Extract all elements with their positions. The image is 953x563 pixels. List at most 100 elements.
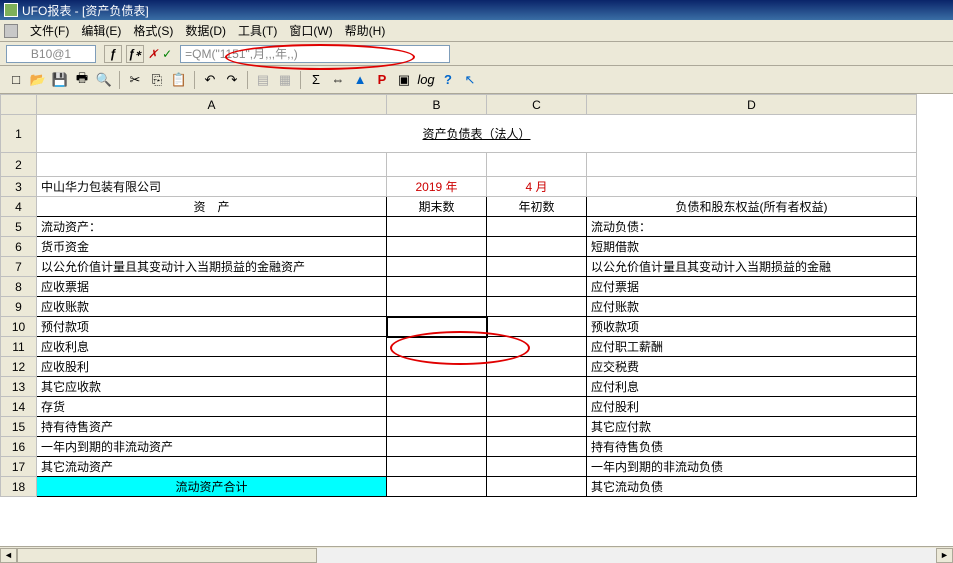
cell[interactable]: 短期借款: [587, 237, 917, 257]
cell[interactable]: [487, 277, 587, 297]
row-header[interactable]: 12: [1, 357, 37, 377]
cell[interactable]: [387, 337, 487, 357]
cell[interactable]: [387, 377, 487, 397]
cell[interactable]: 应收票据: [37, 277, 387, 297]
print-icon[interactable]: 🖶: [72, 70, 92, 90]
open-icon[interactable]: 📂: [28, 70, 48, 90]
scroll-left-icon[interactable]: ◄: [0, 548, 17, 563]
row-header[interactable]: 13: [1, 377, 37, 397]
row-header[interactable]: 1: [1, 115, 37, 153]
sheet-title[interactable]: 资产负债表（法人）: [37, 115, 917, 153]
cell[interactable]: [487, 417, 587, 437]
cell[interactable]: [387, 217, 487, 237]
save-icon[interactable]: 💾: [50, 70, 70, 90]
horizontal-scrollbar[interactable]: ◄ ►: [0, 546, 953, 563]
cell[interactable]: [487, 397, 587, 417]
col-header-d[interactable]: D: [587, 95, 917, 115]
cell[interactable]: 一年内到期的非流动资产: [37, 437, 387, 457]
year-cell[interactable]: 2019 年: [387, 177, 487, 197]
subtotal-cell[interactable]: 流动资产合计: [37, 477, 387, 497]
cell[interactable]: 预付款项: [37, 317, 387, 337]
star-icon[interactable]: ▣: [394, 70, 414, 90]
log-icon[interactable]: log: [416, 70, 436, 90]
cell[interactable]: 应付账款: [587, 297, 917, 317]
corner-header[interactable]: [1, 95, 37, 115]
cell[interactable]: [487, 477, 587, 497]
menu-data[interactable]: 数据(D): [179, 20, 232, 41]
row-header[interactable]: 3: [1, 177, 37, 197]
cancel-formula-icon[interactable]: ✗: [148, 47, 158, 61]
new-icon[interactable]: □: [6, 70, 26, 90]
scroll-track[interactable]: [17, 548, 936, 563]
copy-icon[interactable]: ⎘: [147, 70, 167, 90]
preview-icon[interactable]: 🔍: [94, 70, 114, 90]
cell[interactable]: 应付利息: [587, 377, 917, 397]
width-icon[interactable]: ⇔: [328, 70, 348, 90]
cell[interactable]: 预收款项: [587, 317, 917, 337]
cell[interactable]: [387, 257, 487, 277]
row-header[interactable]: 8: [1, 277, 37, 297]
fx-ref-icon[interactable]: ƒ∗: [126, 45, 144, 63]
cell[interactable]: 流动资产：: [37, 217, 387, 237]
cell[interactable]: [487, 237, 587, 257]
cell[interactable]: 应收账款: [37, 297, 387, 317]
cursor-icon[interactable]: ↖: [460, 70, 480, 90]
cell-reference-box[interactable]: B10@1: [6, 45, 96, 63]
cell[interactable]: 持有待售负债: [587, 437, 917, 457]
row-header[interactable]: 10: [1, 317, 37, 337]
header-asset[interactable]: 资 产: [37, 197, 387, 217]
row-header[interactable]: 18: [1, 477, 37, 497]
scroll-thumb[interactable]: [17, 548, 317, 563]
cell[interactable]: [587, 153, 917, 177]
cell[interactable]: [487, 377, 587, 397]
cell[interactable]: [387, 477, 487, 497]
menu-help[interactable]: 帮助(H): [339, 20, 392, 41]
cell[interactable]: 应收利息: [37, 337, 387, 357]
menu-format[interactable]: 格式(S): [127, 20, 179, 41]
cell[interactable]: [387, 457, 487, 477]
box1-icon[interactable]: ▤: [253, 70, 273, 90]
formula-input[interactable]: =QM("1151",月,,,年,,): [180, 45, 450, 63]
cell[interactable]: [487, 457, 587, 477]
undo-icon[interactable]: ↶: [200, 70, 220, 90]
cell[interactable]: [387, 153, 487, 177]
cell[interactable]: 其它应收款: [37, 377, 387, 397]
cell[interactable]: [387, 237, 487, 257]
cell[interactable]: [487, 317, 587, 337]
cell[interactable]: [387, 397, 487, 417]
cell[interactable]: 以公允价值计量且其变动计入当期损益的金融资产: [37, 257, 387, 277]
helpq-icon[interactable]: ?: [438, 70, 458, 90]
col-header-c[interactable]: C: [487, 95, 587, 115]
spreadsheet[interactable]: A B C D 1 资产负债表（法人） 2 3 中山华力包装有限公司 2019 …: [0, 94, 917, 497]
box2-icon[interactable]: ▦: [275, 70, 295, 90]
cell[interactable]: 应付职工薪酬: [587, 337, 917, 357]
cell[interactable]: 货币资金: [37, 237, 387, 257]
menu-tool[interactable]: 工具(T): [232, 20, 283, 41]
paste-icon[interactable]: 📋: [169, 70, 189, 90]
row-header[interactable]: 7: [1, 257, 37, 277]
scroll-right-icon[interactable]: ►: [936, 548, 953, 563]
cell[interactable]: 存货: [37, 397, 387, 417]
row-header[interactable]: 16: [1, 437, 37, 457]
delta-icon[interactable]: ▲: [350, 70, 370, 90]
row-header[interactable]: 5: [1, 217, 37, 237]
row-header[interactable]: 17: [1, 457, 37, 477]
header-liab[interactable]: 负债和股东权益(所有者权益): [587, 197, 917, 217]
menu-window[interactable]: 窗口(W): [283, 20, 338, 41]
row-header[interactable]: 2: [1, 153, 37, 177]
p-icon[interactable]: P: [372, 70, 392, 90]
row-header[interactable]: 15: [1, 417, 37, 437]
spreadsheet-area[interactable]: A B C D 1 资产负债表（法人） 2 3 中山华力包装有限公司 2019 …: [0, 94, 953, 563]
cell[interactable]: 应交税费: [587, 357, 917, 377]
header-begin[interactable]: 年初数: [487, 197, 587, 217]
row-header[interactable]: 4: [1, 197, 37, 217]
selected-cell-b10[interactable]: [387, 317, 487, 337]
month-cell[interactable]: 4 月: [487, 177, 587, 197]
cell[interactable]: [487, 357, 587, 377]
cell[interactable]: 以公允价值计量且其变动计入当期损益的金融: [587, 257, 917, 277]
cell[interactable]: 其它应付款: [587, 417, 917, 437]
menu-edit[interactable]: 编辑(E): [75, 20, 127, 41]
col-header-a[interactable]: A: [37, 95, 387, 115]
row-header[interactable]: 11: [1, 337, 37, 357]
cell[interactable]: [487, 337, 587, 357]
